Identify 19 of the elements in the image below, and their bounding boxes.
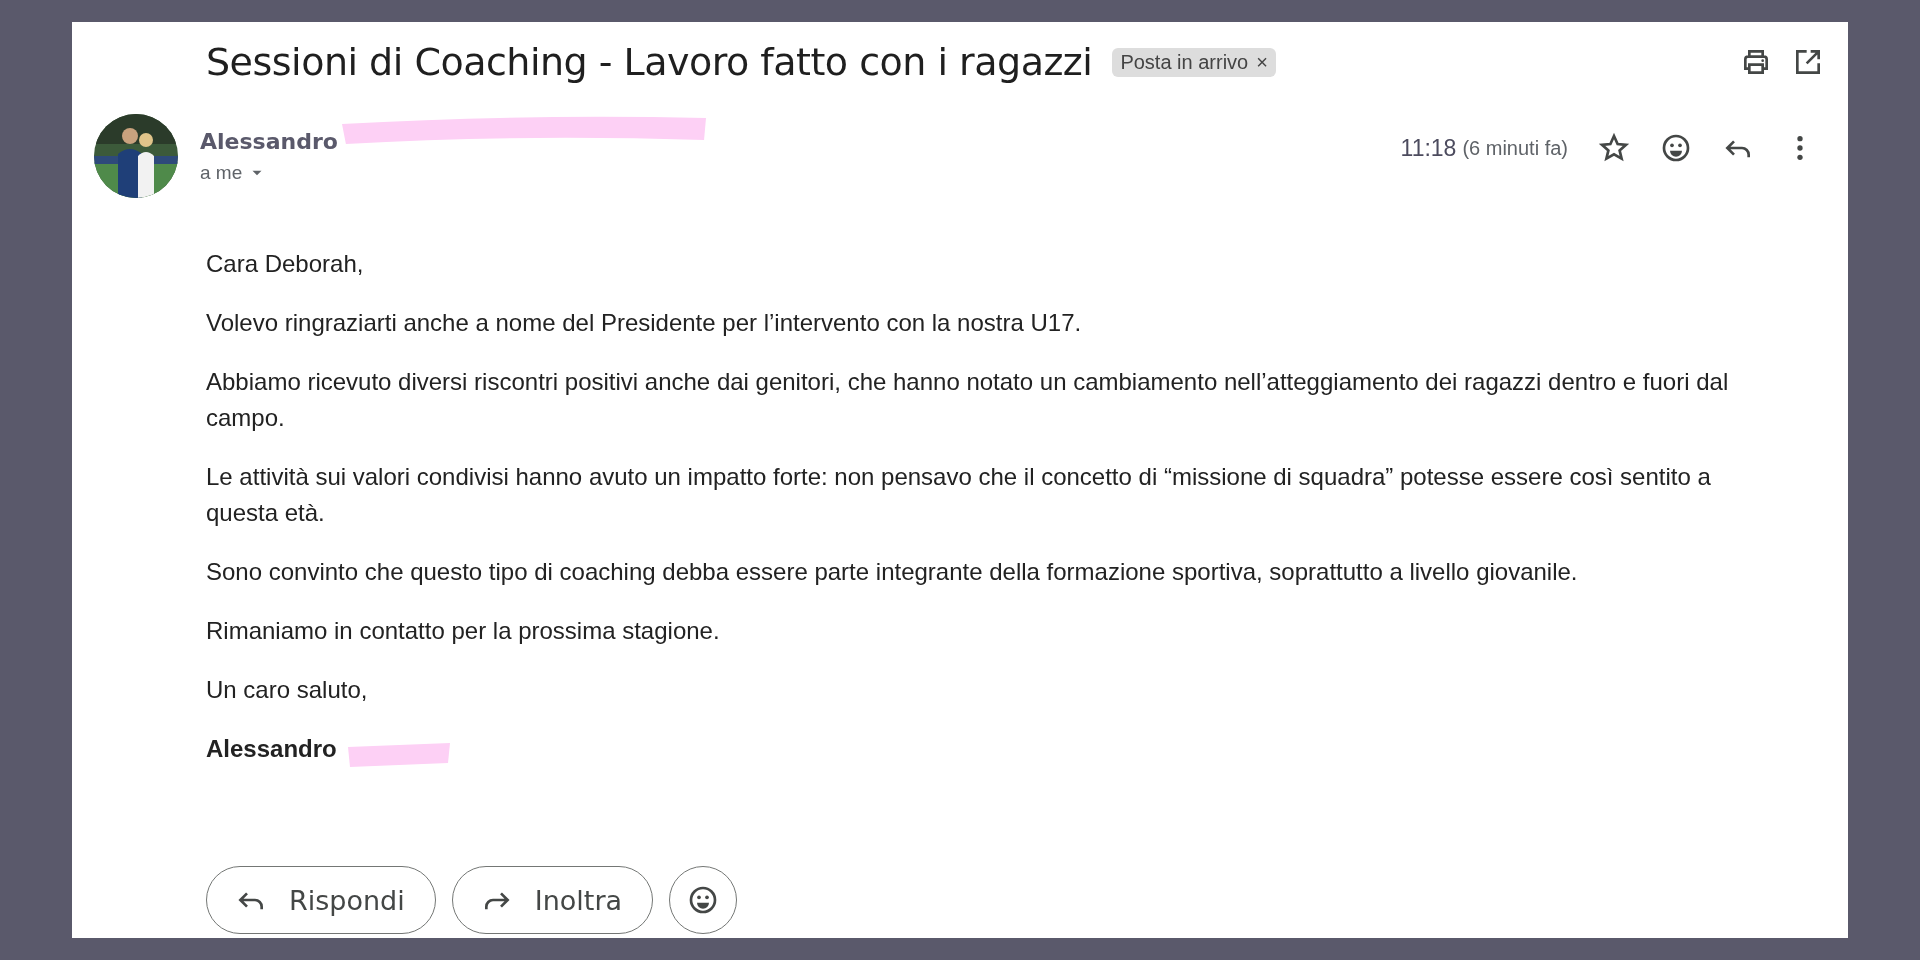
body-paragraph: Volevo ringraziarti anche a nome del Presidente per l’intervento con la nostra U17. — [206, 308, 1083, 338]
body-paragraph: Abbiamo ricevuto diversi riscontri positivi anche dai genitori, che hanno notato un cambiamento nell’atteggiamento dei ragazzi dentro e fuori dal campo. — [206, 367, 1730, 433]
emoji-icon — [1660, 132, 1692, 164]
body-paragraph: Rimaniamo in contatto per la prossima stagione. — [206, 616, 721, 646]
time-text: 11:18 — [1400, 134, 1457, 162]
recipient-text: a me — [200, 162, 243, 184]
body-paragraph: Sono convinto che questo tipo di coaching debba essere parte integrante della formazione sportiva, soprattutto a livello giovanile. — [206, 557, 1579, 587]
body-paragraph: Le attività sui valori condivisi hanno avuto un impatto forte: non pensavo che il concetto di “missione di squadra” potesse essere così sentito a questa età. — [206, 462, 1712, 528]
relative-time-text: (6 minuti fa) — [1462, 136, 1568, 160]
forward-button[interactable]: Inoltra — [451, 866, 654, 934]
signature-name: Alessandro — [206, 734, 337, 764]
inbox-label: Posta in arrivo × — [1112, 47, 1276, 77]
body-paragraph: Un caro saluto, — [206, 675, 369, 705]
star-icon[interactable] — [1598, 132, 1630, 164]
body-paragraph: Cara Deborah, — [206, 249, 365, 279]
reply-button[interactable]: Rispondi — [206, 866, 436, 934]
sender-name: Alessandro — [200, 128, 338, 154]
email-subject: Sessioni di Coaching - Lavoro fatto con i ragazzi — [206, 40, 1093, 84]
remove-label-button[interactable]: × — [1256, 50, 1268, 74]
